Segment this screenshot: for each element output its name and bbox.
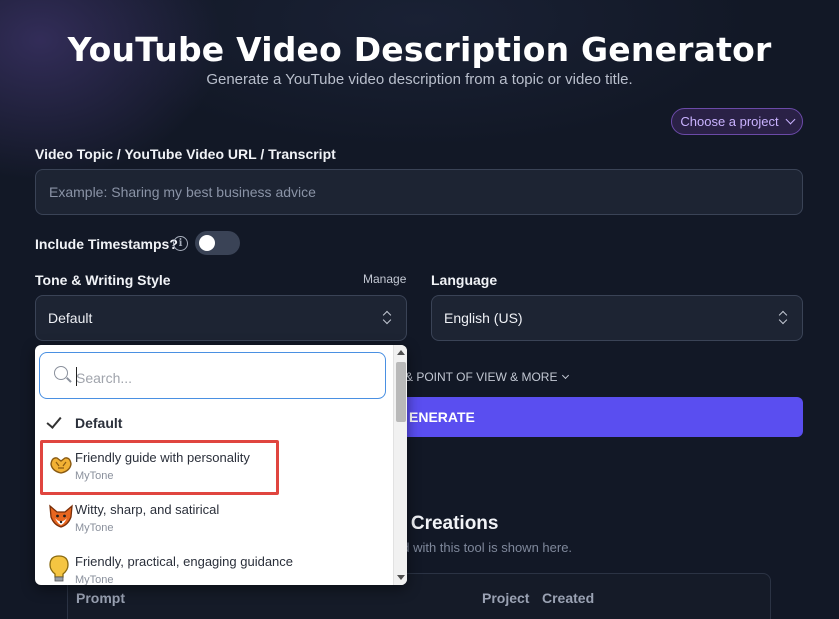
creations-title: s Creations	[395, 513, 499, 534]
language-select[interactable]: English (US)	[431, 295, 803, 341]
generate-label: ENERATE	[409, 409, 475, 425]
toggle-knob	[199, 235, 215, 251]
chevron-down-icon	[785, 114, 796, 125]
generate-button[interactable]: ENERATE	[395, 397, 803, 437]
column-header-prompt[interactable]: Prompt	[76, 590, 125, 606]
tone-dropdown: Default Friendly guide with personality …	[35, 345, 407, 585]
tone-option-source: MyTone	[75, 574, 114, 585]
scroll-down-arrow-icon[interactable]	[397, 575, 405, 580]
choose-project-button[interactable]: Choose a project	[671, 108, 803, 135]
select-arrows-icon	[382, 309, 392, 327]
page-subtitle: Generate a YouTube video description fro…	[206, 71, 633, 88]
column-header-project[interactable]: Project	[482, 590, 529, 606]
tone-selected-value: Default	[48, 310, 93, 326]
search-icon	[54, 366, 68, 380]
hands-icon	[50, 457, 72, 474]
tone-option-source: MyTone	[75, 522, 114, 534]
dropdown-scrollbar[interactable]	[393, 345, 407, 585]
language-label: Language	[431, 272, 498, 288]
lightbulb-icon	[49, 555, 69, 582]
manage-tones-link[interactable]: Manage	[363, 272, 406, 286]
info-icon[interactable]: i	[173, 236, 188, 251]
text-cursor	[76, 367, 77, 386]
tone-option-label: Friendly, practical, engaging guidance	[75, 554, 294, 569]
column-header-created[interactable]: Created	[542, 590, 594, 606]
tone-option-source: MyTone	[75, 470, 114, 482]
timestamps-toggle[interactable]	[195, 231, 240, 255]
fox-icon	[49, 504, 73, 528]
language-selected-value: English (US)	[444, 310, 523, 326]
tone-search-input[interactable]	[76, 368, 366, 388]
topic-label: Video Topic / YouTube Video URL / Transc…	[35, 146, 336, 162]
tone-option-label: Friendly guide with personality	[75, 450, 250, 465]
tone-option-label: Witty, sharp, and satirical	[75, 502, 220, 517]
select-arrows-icon	[778, 309, 788, 327]
creations-subtitle: ed with this tool is shown here.	[395, 540, 573, 555]
scroll-up-arrow-icon[interactable]	[397, 350, 405, 355]
tone-search-box[interactable]	[39, 352, 386, 399]
tone-option-practical[interactable]: Friendly, practical, engaging guidance M…	[35, 550, 387, 585]
more-options-toggle[interactable]: & POINT OF VIEW & MORE	[405, 370, 570, 384]
scrollbar-thumb[interactable]	[396, 362, 406, 422]
topic-input[interactable]: Example: Sharing my best business advice	[35, 169, 803, 215]
chevron-down-icon	[562, 371, 570, 379]
tone-option-witty[interactable]: Witty, sharp, and satirical MyTone	[35, 498, 387, 542]
tone-label: Tone & Writing Style	[35, 272, 171, 288]
tone-select[interactable]: Default	[35, 295, 407, 341]
tone-option-label: Default	[75, 415, 123, 431]
more-options-label: & POINT OF VIEW & MORE	[405, 370, 558, 384]
choose-project-label: Choose a project	[680, 114, 779, 129]
page-title: YouTube Video Description Generator	[67, 30, 772, 69]
tone-option-friendly-guide[interactable]: Friendly guide with personality MyTone	[35, 446, 387, 490]
timestamps-label: Include Timestamps?	[35, 236, 178, 252]
topic-placeholder: Example: Sharing my best business advice	[49, 184, 316, 200]
check-icon	[46, 413, 62, 429]
tone-option-default[interactable]: Default	[35, 408, 387, 434]
